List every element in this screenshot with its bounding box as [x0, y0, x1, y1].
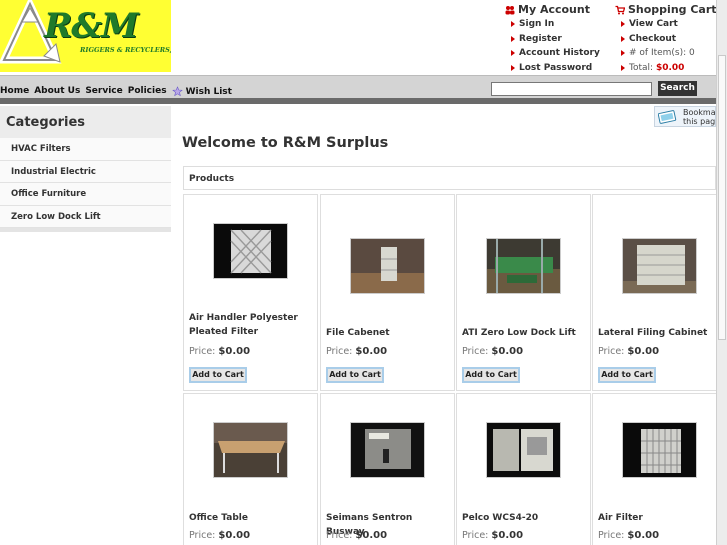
nav-policies[interactable]: Policies: [128, 86, 167, 97]
product-image[interactable]: [622, 422, 697, 478]
search-input[interactable]: [491, 82, 652, 96]
bullet-arrow-icon: [511, 35, 515, 42]
product-image[interactable]: [486, 422, 561, 478]
page-title: Welcome to R&M Surplus: [182, 135, 389, 151]
bookmark-icon: [658, 110, 677, 124]
product-price: Price: $0.00: [598, 530, 660, 541]
nav-home[interactable]: Home: [0, 86, 29, 97]
cart-icon: [615, 5, 625, 14]
categories-sidebar: Categories HVAC Filters Industrial Elect…: [0, 106, 171, 232]
product-image[interactable]: [622, 238, 697, 294]
product-name[interactable]: File Cabenet: [326, 326, 454, 340]
logo-tagline: RIGGERS & RECYCLERS, INC.: [80, 46, 171, 54]
scrollbar-thumb[interactable]: [718, 55, 726, 340]
view-cart-link[interactable]: View Cart: [615, 17, 727, 32]
add-to-cart-button[interactable]: Add to Cart: [326, 367, 384, 383]
nav-about-us[interactable]: About Us: [34, 86, 80, 97]
product-name[interactable]: Pelco WCS4-20: [462, 511, 590, 525]
shopping-cart-block: Shopping Cart View Cart Checkout # of It…: [615, 3, 727, 75]
add-to-cart-button[interactable]: Add to Cart: [189, 367, 247, 383]
bullet-arrow-icon: [511, 21, 515, 27]
products-heading: Products: [183, 166, 716, 190]
sign-in-link[interactable]: Sign In: [505, 17, 615, 32]
product-price: Price: $0.00: [462, 346, 524, 357]
product-image[interactable]: [213, 422, 288, 478]
product-name[interactable]: Office Table: [189, 511, 317, 525]
register-link[interactable]: Register: [505, 32, 615, 47]
main-navbar: Home About Us Service Policies Wish List…: [0, 75, 716, 98]
add-to-cart-button[interactable]: Add to Cart: [462, 367, 520, 383]
product-price: Price: $0.00: [598, 346, 660, 357]
product-card: Air Filter Price: $0.00: [592, 393, 727, 545]
my-account-block: My Account Sign In Register Account Hist…: [505, 3, 615, 75]
bullet-arrow-icon: [621, 35, 625, 42]
product-card: Air Handler Polyester Pleated Filter Pri…: [183, 194, 318, 391]
category-zero-low-dock-lift[interactable]: Zero Low Dock Lift: [0, 205, 171, 228]
product-price: Price: $0.00: [326, 530, 388, 541]
product-card: ATI Zero Low Dock Lift Price: $0.00 Add …: [456, 194, 591, 391]
wishlist-icon: [171, 86, 183, 97]
product-image[interactable]: [350, 422, 425, 478]
product-card: Pelco WCS4-20 Price: $0.00: [456, 393, 591, 545]
users-icon: [505, 5, 515, 14]
nav-divider: [0, 98, 716, 104]
search-button[interactable]: Search: [658, 81, 697, 96]
product-image[interactable]: [213, 223, 288, 279]
add-to-cart-button[interactable]: Add to Cart: [598, 367, 656, 383]
product-name[interactable]: ATI Zero Low Dock Lift: [462, 326, 590, 340]
account-history-link[interactable]: Account History: [505, 46, 615, 61]
product-price: Price: $0.00: [189, 346, 251, 357]
bullet-arrow-icon: [511, 64, 515, 71]
product-card: File Cabenet Price: $0.00 Add to Cart: [320, 194, 455, 391]
product-image[interactable]: [350, 238, 425, 294]
shopping-cart-title: Shopping Cart: [628, 3, 717, 16]
cart-item-count: # of Item(s): 0: [615, 46, 727, 61]
product-card: Seimans Sentron Busway Price: $0.00: [320, 393, 455, 545]
bullet-arrow-icon: [621, 50, 625, 56]
logo-brand: R&M: [44, 6, 139, 46]
product-card: Lateral Filing Cabinet Price: $0.00 Add …: [592, 194, 727, 391]
category-office-furniture[interactable]: Office Furniture: [0, 183, 171, 206]
bullet-arrow-icon: [621, 64, 625, 71]
sidebar-footer: [0, 228, 171, 232]
bullet-arrow-icon: [621, 21, 625, 27]
page-scrollbar[interactable]: [716, 0, 727, 545]
nav-service[interactable]: Service: [85, 86, 122, 97]
nav-wish-list[interactable]: Wish List: [171, 86, 232, 97]
product-card: Office Table Price: $0.00: [183, 393, 318, 545]
site-logo[interactable]: R&M RIGGERS & RECYCLERS, INC.: [0, 0, 171, 72]
category-industrial-electric[interactable]: Industrial Electric: [0, 160, 171, 183]
category-hvac-filters[interactable]: HVAC Filters: [0, 138, 171, 161]
product-name[interactable]: Air Filter: [598, 511, 726, 525]
bullet-arrow-icon: [511, 50, 515, 56]
product-price: Price: $0.00: [189, 530, 251, 541]
cart-total-value: $0.00: [655, 62, 685, 73]
product-name[interactable]: Air Handler Polyester Pleated Filter: [189, 311, 317, 339]
my-account-title: My Account: [518, 3, 590, 16]
product-price: Price: $0.00: [462, 530, 524, 541]
lost-password-link[interactable]: Lost Password: [505, 61, 615, 76]
checkout-link[interactable]: Checkout: [615, 32, 727, 47]
cart-total: Total: $0.00: [615, 61, 727, 76]
bookmark-label: Bookmark this page: [683, 108, 716, 126]
product-image[interactable]: [486, 238, 561, 294]
categories-title: Categories: [0, 106, 171, 138]
product-price: Price: $0.00: [326, 346, 388, 357]
bookmark-button[interactable]: Bookmark this page: [654, 106, 716, 127]
product-name[interactable]: Lateral Filing Cabinet: [598, 326, 726, 340]
